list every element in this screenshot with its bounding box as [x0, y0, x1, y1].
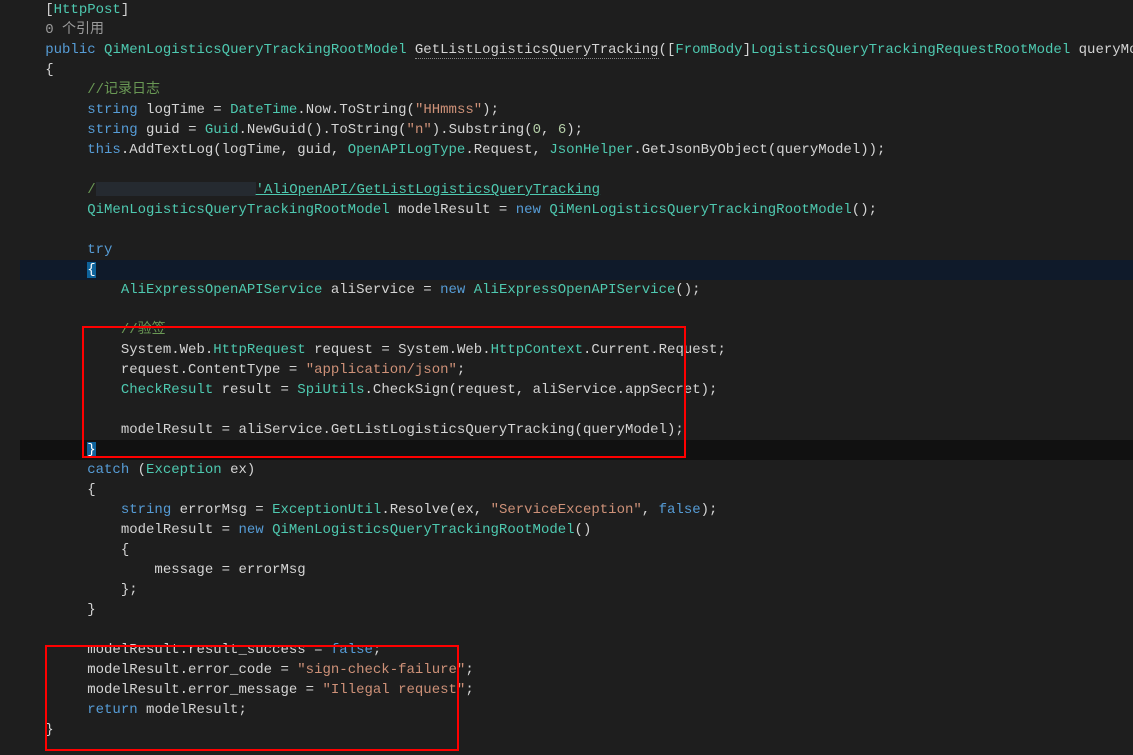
code-line: modelResult.error_code = "sign-check-fai… — [20, 660, 1133, 680]
code-line: modelResult.result_success = false; — [20, 640, 1133, 660]
code-line — [20, 300, 1133, 320]
code-line: return modelResult; — [20, 700, 1133, 720]
code-line: //记录日志 — [20, 80, 1133, 100]
code-line: } — [20, 600, 1133, 620]
code-line — [20, 220, 1133, 240]
code-line: request.ContentType = "application/json"… — [20, 360, 1133, 380]
code-line — [20, 620, 1133, 640]
code-line: { — [20, 260, 1133, 280]
code-line: }; — [20, 580, 1133, 600]
code-line: message = errorMsg — [20, 560, 1133, 580]
url-link[interactable]: 'AliOpenAPI/GetListLogisticsQueryTrackin… — [256, 182, 600, 198]
code-line: public QiMenLogisticsQueryTrackingRootMo… — [20, 40, 1133, 60]
code-line — [20, 400, 1133, 420]
code-line: System.Web.HttpRequest request = System.… — [20, 340, 1133, 360]
code-line: catch (Exception ex) — [20, 460, 1133, 480]
code-line: { — [20, 60, 1133, 80]
code-line: this.AddTextLog(logTime, guid, OpenAPILo… — [20, 140, 1133, 160]
code-line: modelResult = new QiMenLogisticsQueryTra… — [20, 520, 1133, 540]
code-line: modelResult = aliService.GetListLogistic… — [20, 420, 1133, 440]
code-line: try — [20, 240, 1133, 260]
code-line: AliExpressOpenAPIService aliService = ne… — [20, 280, 1133, 300]
redacted-content — [96, 182, 256, 196]
code-line: } — [20, 440, 1133, 460]
code-line: } — [20, 720, 1133, 740]
code-line: modelResult.error_message = "Illegal req… — [20, 680, 1133, 700]
code-line: { — [20, 480, 1133, 500]
code-line: string logTime = DateTime.Now.ToString("… — [20, 100, 1133, 120]
references-lens[interactable]: 0 个引用 — [20, 20, 1133, 40]
code-editor[interactable]: [HttpPost] 0 个引用 public QiMenLogisticsQu… — [0, 0, 1133, 755]
code-line: string errorMsg = ExceptionUtil.Resolve(… — [20, 500, 1133, 520]
code-line: [HttpPost] — [20, 0, 1133, 20]
code-line: string guid = Guid.NewGuid().ToString("n… — [20, 120, 1133, 140]
code-line: CheckResult result = SpiUtils.CheckSign(… — [20, 380, 1133, 400]
code-line: QiMenLogisticsQueryTrackingRootModel mod… — [20, 200, 1133, 220]
code-line: { — [20, 540, 1133, 560]
code-line: /'AliOpenAPI/GetListLogisticsQueryTracki… — [20, 180, 1133, 200]
code-line: //验签 — [20, 320, 1133, 340]
code-line — [20, 160, 1133, 180]
